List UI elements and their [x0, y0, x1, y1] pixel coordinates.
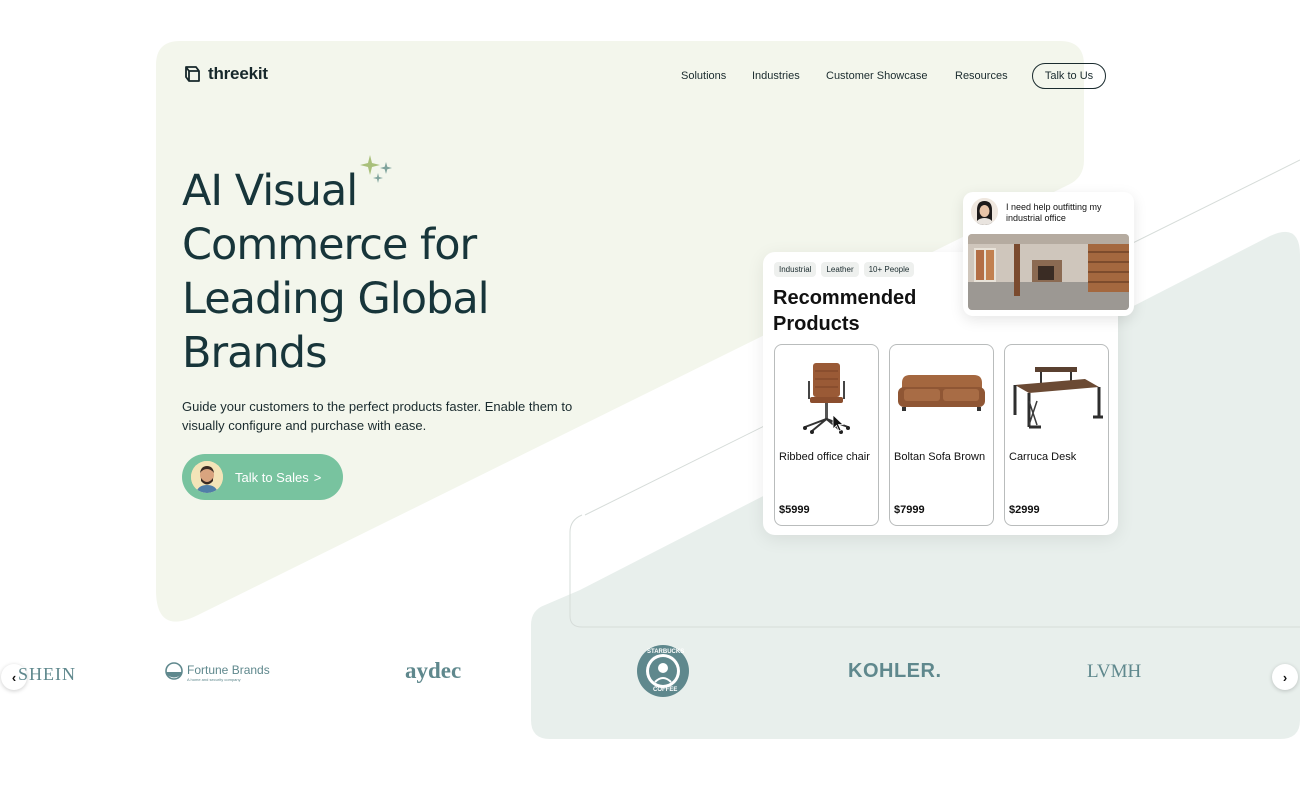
office-photo [968, 234, 1129, 310]
hero-title-line: Leading Global [182, 274, 490, 324]
sparkle-icon [360, 155, 392, 183]
brand-logo-aydec: aydec [405, 658, 462, 683]
brand-logo-starbucks: STARBUCKS COFFEE [636, 644, 690, 698]
top-navigation: threekit Solutions Industries Customer S… [0, 0, 1300, 110]
hero-title-line: AI Visual [182, 166, 358, 216]
hero-title-line: Commerce for [182, 220, 477, 270]
sales-rep-avatar [191, 461, 223, 493]
talk-to-sales-button[interactable]: Talk to Sales > [182, 454, 343, 500]
sales-button-label: Talk to Sales [235, 469, 309, 485]
nav-item-resources[interactable]: Resources [955, 70, 1008, 82]
brand-logo-lvmh: LVMH [1087, 661, 1142, 682]
sofa-icon [898, 375, 985, 411]
hero-title: AI Visual Commerce for Leading Global Br… [182, 164, 602, 380]
brand-logo-carousel: ‹ SHEIN Fortune Brands A home and securi… [0, 640, 1300, 704]
logo-text: threekit [208, 64, 268, 83]
threekit-logo-icon [185, 66, 200, 82]
product-price: $7999 [894, 504, 925, 516]
brand-text-bottom: COFFEE [653, 687, 678, 693]
tag-leather[interactable]: Leather [821, 262, 859, 277]
brand-logo-shein: SHEIN [18, 664, 76, 684]
product-name: Carruca Desk [1009, 451, 1077, 463]
hero-title-line: Brands [182, 328, 327, 378]
talk-to-us-button[interactable]: Talk to Us [1032, 63, 1106, 89]
product-list: Ribbed office chair $5999 Boltan Sofa Br… [774, 344, 1109, 526]
chevron-right-icon: > [313, 469, 322, 485]
tag-people[interactable]: 10+ People [863, 262, 915, 277]
recommended-title: Recommended Products [773, 287, 917, 335]
nav-item-solutions[interactable]: Solutions [681, 70, 726, 82]
fortune-brands-icon [165, 662, 183, 680]
office-chair-icon [803, 363, 850, 434]
product-price: $5999 [779, 504, 810, 516]
product-name: Boltan Sofa Brown [894, 451, 986, 463]
brand-tagline: A home and security company [187, 677, 241, 682]
brand-name: Fortune Brands [187, 663, 270, 677]
nav-item-customer-showcase[interactable]: Customer Showcase [826, 70, 928, 82]
threekit-logo[interactable]: threekit [182, 64, 268, 84]
hero-subtitle: Guide your customers to the perfect prod… [182, 399, 573, 433]
product-card[interactable]: Boltan Sofa Brown $7999 [889, 344, 994, 526]
chevron-right-icon[interactable]: › [1272, 664, 1298, 690]
product-card[interactable]: Carruca Desk $2999 [1004, 344, 1109, 526]
user-avatar [971, 198, 998, 225]
chat-message-card: I need help outfitting my industrial off… [963, 192, 1134, 316]
nav-item-industries[interactable]: Industries [752, 70, 800, 82]
product-price: $2999 [1009, 504, 1040, 516]
brand-logo-kohler: KOHLER. [848, 660, 942, 682]
brand-text-top: STARBUCKS [647, 649, 685, 655]
product-card[interactable]: Ribbed office chair $5999 [774, 344, 879, 526]
desk-icon [1013, 367, 1103, 429]
tag-industrial[interactable]: Industrial [774, 262, 817, 277]
filter-tags: Industrial Leather 10+ People [774, 262, 915, 277]
product-name: Ribbed office chair [779, 451, 870, 463]
chat-message-text: I need help outfitting my industrial off… [1006, 202, 1102, 223]
